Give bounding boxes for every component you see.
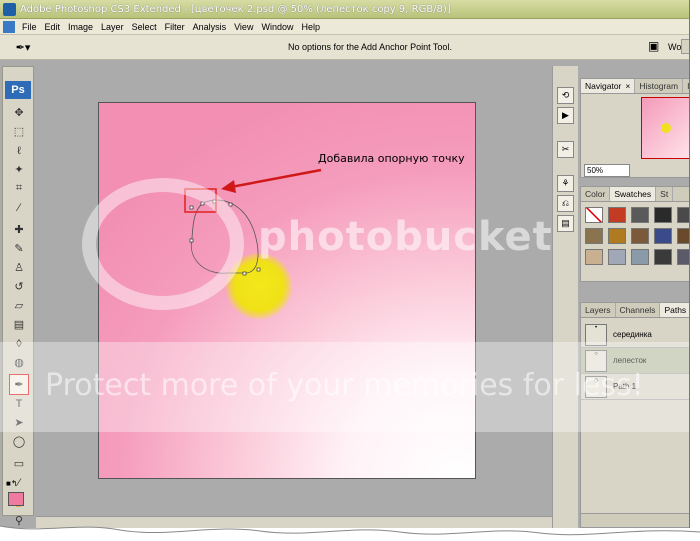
menu-view[interactable]: View — [230, 22, 257, 32]
menu-bar: File Edit Image Layer Select Filter Anal… — [0, 19, 689, 35]
tab-info[interactable]: In — [683, 79, 689, 93]
tab-styles[interactable]: St — [656, 187, 674, 201]
annotation-arrow — [221, 168, 322, 193]
magic-wand-tool-icon[interactable]: ✦ — [10, 160, 28, 179]
tool-presets-panel-icon[interactable]: ✂ — [557, 141, 574, 158]
photoshop-window: Adobe Photoshop CS3 Extended - [цветочек… — [0, 0, 690, 528]
layers-tabs: Layers Channels Paths — [581, 303, 689, 318]
menu-analysis[interactable]: Analysis — [189, 22, 231, 32]
tab-histogram[interactable]: Histogram — [635, 79, 684, 93]
menu-layer[interactable]: Layer — [97, 22, 128, 32]
eraser-tool-icon[interactable]: ▱ — [10, 296, 28, 315]
ps-menu-icon[interactable] — [3, 20, 15, 33]
swatch[interactable] — [585, 228, 603, 244]
tab-paths[interactable]: Paths — [660, 303, 689, 317]
navigator-tabs: Navigator× Histogram In — [581, 79, 689, 94]
tab-channels[interactable]: Channels — [616, 303, 661, 317]
window-title: Adobe Photoshop CS3 Extended - [цветочек… — [20, 3, 451, 15]
path-name: серединка — [613, 330, 652, 339]
tab-navigator[interactable]: Navigator × — [581, 79, 636, 93]
healing-brush-tool-icon[interactable]: ✚ — [10, 220, 28, 239]
clone-source-panel-icon[interactable]: ⎌ — [557, 195, 574, 212]
title-bar: Adobe Photoshop CS3 Extended - [цветочек… — [0, 0, 689, 19]
notes-tool-icon[interactable]: ▭ — [10, 454, 28, 473]
options-bar: ✒▾ No options for the Add Anchor Point T… — [0, 35, 689, 60]
swatch[interactable] — [631, 207, 649, 223]
history-brush-tool-icon[interactable]: ↺ — [10, 277, 28, 296]
close-icon[interactable]: × — [625, 81, 630, 91]
panel-dock-icons: ⟲ ▶ ✂ ⚘ ⎌ ▤ — [552, 66, 578, 528]
move-tool-icon[interactable]: ✥ — [10, 103, 28, 122]
swatch[interactable] — [585, 207, 603, 223]
menu-filter[interactable]: Filter — [161, 22, 189, 32]
gradient-tool-icon[interactable]: ▤ — [10, 315, 28, 334]
eyedropper-tool-icon[interactable]: ⁄ — [10, 198, 28, 217]
menu-file[interactable]: File — [18, 22, 41, 32]
ps-logo: Ps — [5, 81, 31, 99]
menu-select[interactable]: Select — [128, 22, 161, 32]
swatches-tabs: Color Swatches St — [581, 187, 689, 202]
swatches-panel: Color Swatches St — [580, 186, 689, 282]
swatch[interactable] — [654, 228, 672, 244]
workspace-icon[interactable]: ▣ — [648, 39, 659, 53]
options-message: No options for the Add Anchor Point Tool… — [288, 42, 452, 52]
swatch-grid — [581, 202, 689, 270]
swatch[interactable] — [677, 228, 689, 244]
menu-window[interactable]: Window — [257, 22, 297, 32]
swatch[interactable] — [631, 228, 649, 244]
navigator-zoom-field[interactable]: 50% — [584, 164, 630, 177]
tab-color[interactable]: Color — [581, 187, 611, 201]
toolbox: Ps ✥ ⬚ ℓ ✦ ⌗ ⁄ ✚ ✎ ♙ ↺ ▱ ▤ ◊ ◍ ✒ T ➤ ◯ ▭… — [2, 66, 34, 527]
swatch[interactable] — [585, 249, 603, 265]
swatch[interactable] — [608, 228, 626, 244]
watermark-band — [0, 342, 689, 432]
swatch[interactable] — [608, 207, 626, 223]
options-dock-handle[interactable] — [681, 39, 689, 54]
default-colors-icon[interactable]: ■↰ — [6, 479, 18, 488]
annotation-label: Добавила опорную точку — [318, 152, 465, 165]
menu-help[interactable]: Help — [297, 22, 324, 32]
layer-comps-panel-icon[interactable]: ▤ — [557, 215, 574, 232]
swatch[interactable] — [654, 249, 672, 265]
actions-panel-icon[interactable]: ▶ — [557, 107, 574, 124]
tool-preset-picker[interactable]: ✒▾ — [10, 38, 36, 56]
foreground-color-swatch[interactable] — [8, 492, 24, 506]
lasso-tool-icon[interactable]: ℓ — [10, 141, 28, 160]
shape-tool-icon[interactable]: ◯ — [10, 432, 28, 451]
workspace-button[interactable]: Wo — [668, 42, 681, 52]
app-icon — [3, 2, 16, 16]
menu-edit[interactable]: Edit — [41, 22, 65, 32]
swatch[interactable] — [677, 207, 689, 223]
swatch[interactable] — [631, 249, 649, 265]
crop-tool-icon[interactable]: ⌗ — [10, 179, 28, 198]
navigator-panel: Navigator× Histogram In 50% — [580, 78, 689, 178]
menu-image[interactable]: Image — [64, 22, 97, 32]
navigator-thumbnail-sun — [661, 123, 671, 133]
history-panel-icon[interactable]: ⟲ — [557, 87, 574, 104]
torn-paper-edge — [0, 525, 700, 541]
clone-stamp-tool-icon[interactable]: ♙ — [10, 258, 28, 277]
tab-swatches[interactable]: Swatches — [610, 187, 657, 201]
tab-layers[interactable]: Layers — [581, 303, 616, 317]
marquee-tool-icon[interactable]: ⬚ — [10, 122, 28, 141]
brushes-panel-icon[interactable]: ⚘ — [557, 175, 574, 192]
swatch[interactable] — [608, 249, 626, 265]
swatch[interactable] — [654, 207, 672, 223]
brush-tool-icon[interactable]: ✎ — [10, 239, 28, 258]
swatch[interactable] — [677, 249, 689, 265]
watermark-ring — [82, 178, 244, 310]
